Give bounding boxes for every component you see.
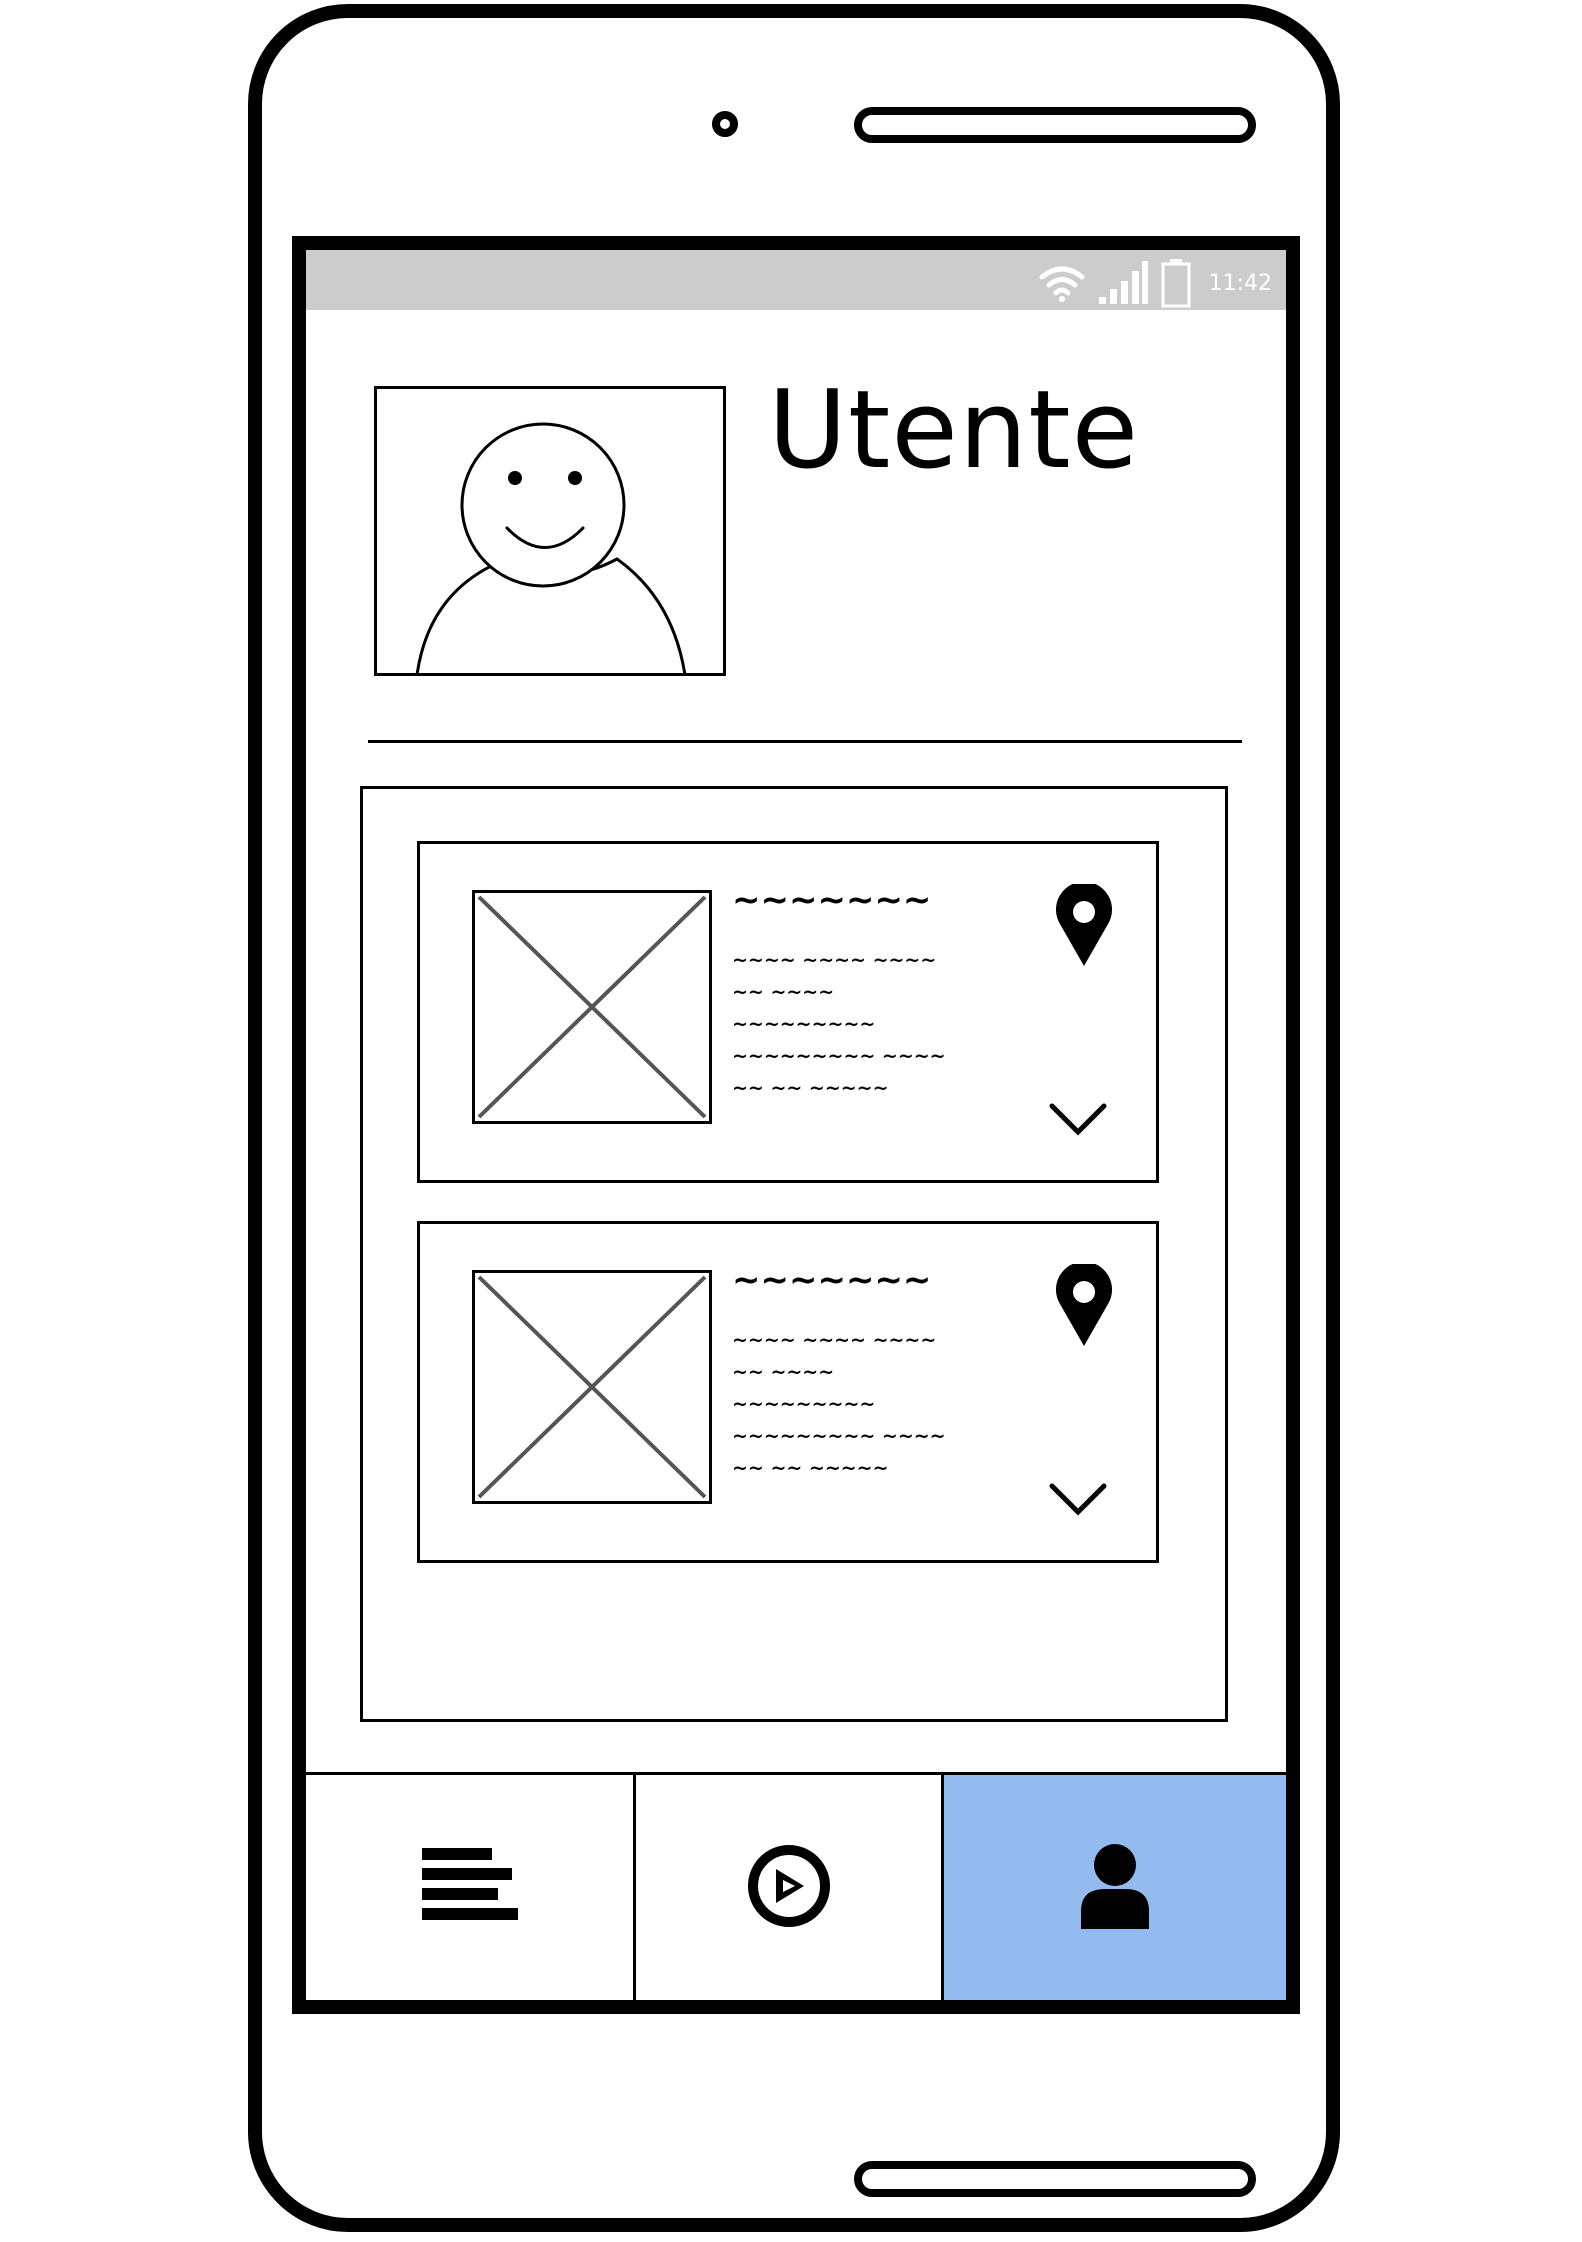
image-placeholder-icon bbox=[472, 890, 712, 1124]
image-placeholder-icon bbox=[472, 1270, 712, 1504]
list-item[interactable]: ~~~~~~~ ~~~~ ~~~~ ~~~~ ~~ ~~~~ ~~~~~~~~~… bbox=[417, 1221, 1159, 1563]
card-line: ~~~~~~~~~ bbox=[732, 1013, 876, 1035]
location-pin-icon[interactable] bbox=[1054, 881, 1114, 972]
card-line: ~~~~~~~~~ ~~~~ bbox=[732, 1045, 946, 1067]
status-icons: 11:42 bbox=[1039, 258, 1272, 308]
card-line: ~~ ~~ ~~~~~ bbox=[732, 1077, 889, 1099]
card-list: ~~~~~~~ ~~~~ ~~~~ ~~~~ ~~ ~~~~ ~~~~~~~~~… bbox=[360, 786, 1228, 1722]
status-time: 11:42 bbox=[1208, 270, 1272, 296]
chevron-down-icon[interactable] bbox=[1048, 1100, 1108, 1140]
user-icon bbox=[1079, 1843, 1151, 1933]
location-pin-icon[interactable] bbox=[1054, 1261, 1114, 1352]
card-title: ~~~~~~~ bbox=[732, 1260, 932, 1300]
list-item[interactable]: ~~~~~~~ ~~~~ ~~~~ ~~~~ ~~ ~~~~ ~~~~~~~~~… bbox=[417, 841, 1159, 1183]
card-line: ~~~~ ~~~~ ~~~~ bbox=[732, 949, 937, 971]
smiley-user-icon bbox=[415, 422, 687, 673]
chevron-down-icon[interactable] bbox=[1048, 1480, 1108, 1520]
signal-icon bbox=[1097, 261, 1149, 305]
page-title: Utente bbox=[768, 368, 1140, 493]
speaker-bottom bbox=[854, 2161, 1256, 2197]
nav-item-list[interactable] bbox=[306, 1775, 636, 2000]
card-title: ~~~~~~~ bbox=[732, 880, 932, 920]
card-line: ~~~~~~~~~ bbox=[732, 1393, 876, 1415]
nav-item-compass[interactable] bbox=[636, 1775, 944, 2000]
speaker-top bbox=[854, 107, 1256, 143]
divider bbox=[368, 740, 1242, 743]
card-line: ~~ ~~ ~~~~~ bbox=[732, 1457, 889, 1479]
card-line: ~~ ~~~~ bbox=[732, 1361, 835, 1383]
bottom-nav bbox=[306, 1772, 1286, 2000]
card-line: ~~~~~~~~~ ~~~~ bbox=[732, 1425, 946, 1447]
avatar[interactable] bbox=[374, 386, 726, 676]
screen: 11:42 Utente ~~~~~~~ ~~~~ ~~~~ ~~~~ ~~ ~ bbox=[292, 236, 1300, 2014]
battery-icon bbox=[1161, 258, 1191, 308]
card-line: ~~~~ ~~~~ ~~~~ bbox=[732, 1329, 937, 1351]
card-text: ~~~~ ~~~~ ~~~~ ~~ ~~~~ ~~~~~~~~~ ~~~~~~~… bbox=[732, 1324, 992, 1484]
camera-icon bbox=[712, 111, 738, 137]
nav-item-user[interactable] bbox=[944, 1775, 1286, 2000]
list-icon bbox=[420, 1846, 520, 1930]
wifi-icon bbox=[1039, 263, 1085, 303]
card-text: ~~~~ ~~~~ ~~~~ ~~ ~~~~ ~~~~~~~~~ ~~~~~~~… bbox=[732, 944, 992, 1104]
compass-icon bbox=[746, 1843, 832, 1933]
card-line: ~~ ~~~~ bbox=[732, 981, 835, 1003]
status-bar: 11:42 bbox=[306, 250, 1286, 310]
